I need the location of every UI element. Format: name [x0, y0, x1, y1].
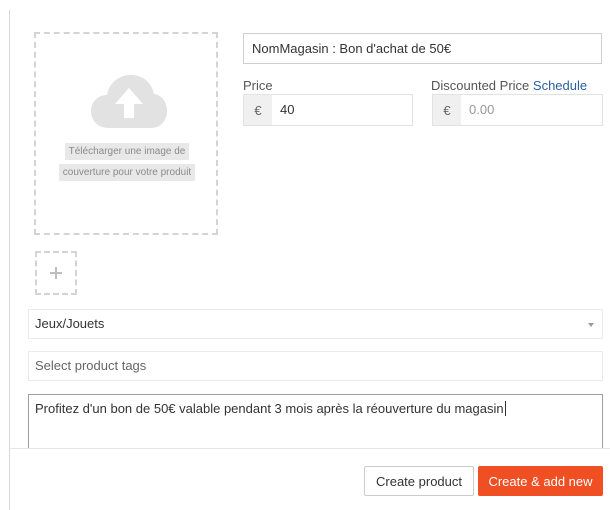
upload-text-line-2: couverture pour votre produit — [58, 164, 196, 181]
panel-border — [9, 10, 10, 510]
dropdown-arrow-icon — [588, 323, 594, 327]
discounted-price-label: Discounted Price Schedule — [431, 78, 587, 93]
price-input[interactable]: 40 — [272, 95, 294, 125]
plus-icon — [50, 267, 62, 279]
price-label: Price — [243, 78, 273, 93]
create-product-button[interactable]: Create product — [364, 466, 474, 496]
schedule-link[interactable]: Schedule — [533, 78, 587, 93]
create-and-add-new-button[interactable]: Create & add new — [478, 466, 603, 496]
discount-currency-addon: € — [433, 95, 461, 125]
discounted-price-input[interactable]: 0.00 — [461, 95, 494, 125]
cloud-upload-icon — [91, 75, 167, 128]
discounted-price-input-group: € 0.00 — [432, 94, 603, 126]
text-cursor — [504, 401, 506, 416]
upload-instructions: Télécharger une image de couverture pour… — [38, 141, 216, 183]
product-tags-input[interactable]: Select product tags — [28, 351, 603, 381]
footer-divider — [10, 448, 610, 449]
price-input-group: € 40 — [243, 94, 413, 126]
product-description-textarea[interactable]: Profitez d'un bon de 50€ valable pendant… — [28, 394, 603, 448]
upload-text-line-1: Télécharger une image de — [64, 143, 190, 160]
category-select[interactable]: Jeux/Jouets — [28, 309, 603, 339]
description-text: Profitez d'un bon de 50€ valable pendant… — [35, 401, 504, 416]
category-selected-value: Jeux/Jouets — [35, 316, 105, 331]
discounted-price-label-text: Discounted Price — [431, 78, 530, 93]
product-title-input[interactable]: NomMagasin : Bon d'achat de 50€ — [243, 33, 602, 64]
price-currency-addon: € — [244, 95, 272, 125]
cover-image-dropzone[interactable]: Télécharger une image de couverture pour… — [34, 32, 218, 235]
add-gallery-image-button[interactable] — [35, 251, 77, 295]
